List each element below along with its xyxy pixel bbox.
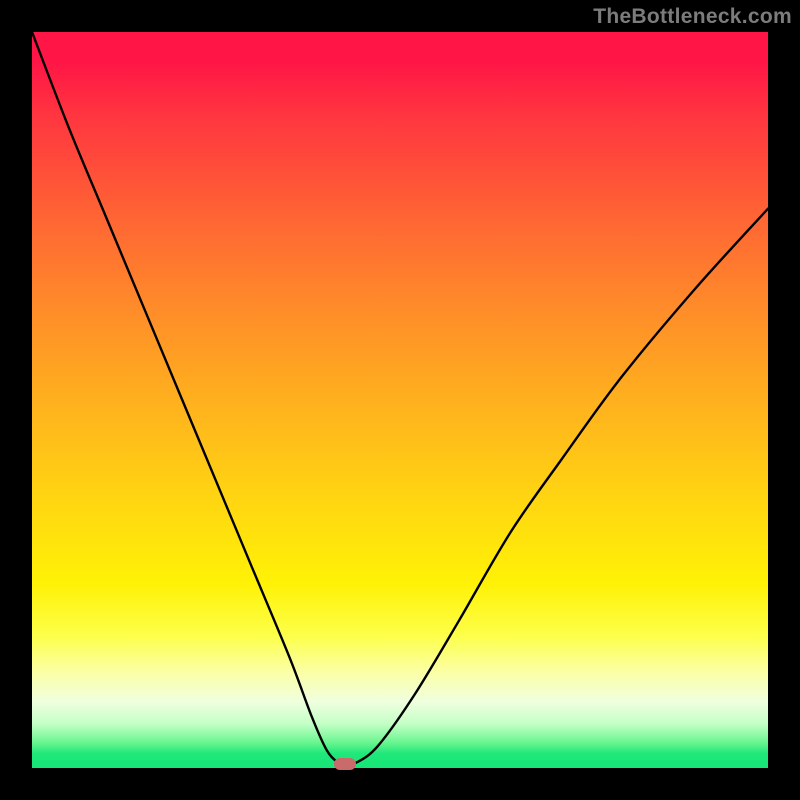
optimum-marker — [334, 758, 356, 770]
watermark-text: TheBottleneck.com — [593, 5, 792, 29]
bottleneck-curve — [32, 32, 768, 765]
curve-svg — [32, 32, 768, 768]
chart-frame: TheBottleneck.com — [0, 0, 800, 800]
plot-area — [32, 32, 768, 768]
